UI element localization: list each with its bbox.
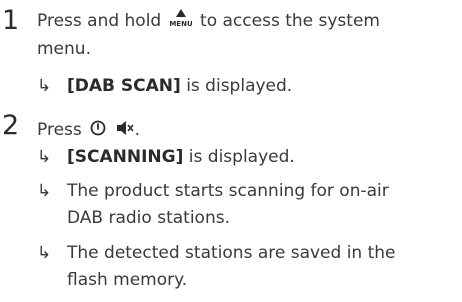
arrow-icon: ↳: [37, 76, 52, 96]
step-number: 2: [2, 110, 20, 141]
instruction-text: .: [134, 120, 140, 140]
result-text: The product starts scanning for on-air DA…: [67, 181, 389, 228]
status-text: [DAB SCAN]: [67, 76, 181, 96]
instruction-text: menu.: [37, 39, 91, 59]
result-text: [SCANNING] is displayed.: [67, 147, 295, 167]
menu-icon: MENU: [169, 8, 193, 28]
result-text: [DAB SCAN] is displayed.: [67, 76, 293, 96]
speaker-mute-icon: [115, 118, 135, 146]
menu-icon-label: MENU: [169, 20, 193, 28]
arrow-icon: ↳: [37, 243, 52, 263]
step-number: 1: [2, 5, 20, 36]
power-icon: [89, 118, 107, 146]
instruction-text: Press: [37, 120, 82, 140]
status-text: [SCANNING]: [67, 147, 184, 167]
step-instruction: Press and hold MENU to access the system…: [37, 7, 447, 63]
step-instruction: Press .: [37, 116, 447, 146]
arrow-icon: ↳: [37, 181, 52, 201]
instruction-text: to access the system: [200, 11, 380, 31]
arrow-icon: ↳: [37, 147, 52, 167]
instruction-text: Press and hold: [37, 11, 162, 31]
result-text: The detected stations are saved in the fl…: [67, 243, 396, 290]
